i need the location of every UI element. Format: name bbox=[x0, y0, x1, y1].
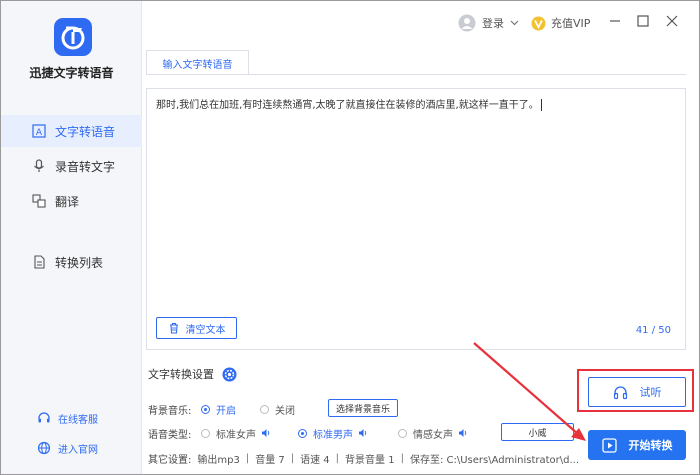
logo-icon bbox=[61, 26, 85, 50]
editor-text: 那时,我们总在加班,有时连续熬通宵,太晚了就直接住在装修的酒店里,就这样一直干了… bbox=[156, 100, 539, 111]
sidebar-item-translate[interactable]: 翻译 bbox=[1, 185, 142, 217]
list-icon bbox=[32, 255, 46, 269]
sidebar-item-conversion-list[interactable]: 转换列表 bbox=[1, 246, 142, 278]
close-icon bbox=[666, 15, 678, 27]
voice-type-label: 语音类型: bbox=[148, 429, 192, 441]
app-logo bbox=[54, 18, 92, 56]
tab-text-input[interactable]: 输入文字转语音 bbox=[146, 50, 249, 75]
sidebar-item-speech-to-text[interactable]: 录音转文字 bbox=[1, 150, 142, 182]
clear-text-button[interactable]: 清空文本 bbox=[156, 317, 237, 339]
maximize-icon bbox=[637, 15, 649, 27]
clear-text-label: 清空文本 bbox=[185, 324, 226, 336]
voice-type-row: 语音类型: 标准女声 标准男声 情感女声 bbox=[148, 425, 508, 441]
trash-icon bbox=[168, 322, 180, 334]
other-settings-label: 其它设置: bbox=[148, 454, 192, 466]
sidebar-item-label: 文字转语音 bbox=[55, 124, 116, 139]
gear-icon[interactable] bbox=[222, 367, 237, 382]
voice-option-label: 标准女声 bbox=[216, 429, 256, 441]
choose-music-button[interactable]: 选择背景音乐 bbox=[328, 399, 398, 417]
vip-label: 充值VIP bbox=[551, 17, 591, 30]
minimize-icon bbox=[610, 20, 620, 22]
text-cursor bbox=[540, 99, 542, 111]
separator: | bbox=[335, 452, 340, 464]
official-site-label: 进入官网 bbox=[58, 444, 98, 456]
separator: | bbox=[290, 452, 295, 464]
output-format[interactable]: 输出mp3 bbox=[197, 451, 239, 466]
settings-title-text: 文字转换设置 bbox=[148, 368, 214, 381]
voice-option-label: 情感女声 bbox=[413, 429, 453, 441]
background-volume-setting[interactable]: 背景音量 1 bbox=[345, 451, 395, 466]
speed-setting[interactable]: 语速 4 bbox=[300, 451, 330, 466]
headset-icon bbox=[37, 411, 51, 425]
play-icon bbox=[601, 437, 617, 453]
char-counter: 41 / 50 bbox=[635, 325, 671, 336]
user-avatar-icon bbox=[458, 14, 476, 32]
sidebar-item-label: 翻译 bbox=[55, 194, 80, 209]
maximize-button[interactable] bbox=[637, 15, 649, 27]
start-convert-button[interactable]: 开始转换 bbox=[588, 430, 686, 460]
settings-title: 文字转换设置 bbox=[148, 366, 237, 382]
app-name: 迅捷文字转语音 bbox=[29, 66, 114, 80]
radio-dot bbox=[398, 428, 407, 438]
svg-text:A: A bbox=[36, 128, 43, 138]
globe-icon bbox=[37, 441, 51, 455]
voice-option-standard-female[interactable]: 标准女声 bbox=[201, 426, 271, 441]
radio-dot bbox=[201, 404, 210, 414]
music-off-label: 关闭 bbox=[275, 405, 295, 417]
speaker-icon[interactable] bbox=[458, 428, 468, 438]
voice-option-emotional-female[interactable]: 情感女声 bbox=[398, 426, 468, 441]
radio-dot bbox=[298, 428, 307, 438]
music-off-radio[interactable]: 关闭 bbox=[260, 402, 295, 417]
separator: | bbox=[245, 452, 250, 464]
background-music-label: 背景音乐: bbox=[148, 405, 192, 417]
music-on-label: 开启 bbox=[216, 405, 236, 417]
start-convert-label: 开始转换 bbox=[628, 439, 673, 452]
text-editor[interactable]: 那时,我们总在加班,有时连续熬通宵,太晚了就直接住在装修的酒店里,就这样一直干了… bbox=[146, 88, 686, 350]
speaker-icon[interactable] bbox=[358, 428, 368, 438]
login-label: 登录 bbox=[482, 17, 504, 30]
voice-option-label: 标准男声 bbox=[313, 429, 353, 441]
editor-content[interactable]: 那时,我们总在加班,有时连续熬通宵,太晚了就直接住在装修的酒店里,就这样一直干了… bbox=[156, 99, 676, 113]
official-site-link[interactable]: 进入官网 bbox=[37, 440, 98, 456]
sidebar: 迅捷文字转语音 A 文字转语音 录音转文字 翻译 转换列表 在线客服 进入官网 bbox=[1, 1, 142, 474]
voice-xiaowei-button[interactable]: 小威 bbox=[501, 423, 574, 441]
listen-button[interactable]: 试听 bbox=[588, 377, 686, 407]
headphones-icon bbox=[613, 385, 628, 400]
title-bar: 登录 充值VIP bbox=[142, 1, 699, 43]
close-button[interactable] bbox=[666, 15, 678, 27]
speaker-icon[interactable] bbox=[261, 428, 271, 438]
volume-setting[interactable]: 音量 7 bbox=[255, 451, 285, 466]
tab-divider bbox=[146, 74, 686, 75]
vip-badge-icon bbox=[531, 16, 546, 31]
other-settings-row: 其它设置: 输出mp3 | 音量 7 | 语速 4 | 背景音量 1 | 保存至… bbox=[148, 450, 580, 466]
sidebar-item-text-to-speech[interactable]: A 文字转语音 bbox=[1, 115, 142, 147]
sidebar-item-label: 录音转文字 bbox=[55, 159, 116, 174]
translate-icon bbox=[32, 194, 46, 208]
sidebar-item-label: 转换列表 bbox=[55, 255, 104, 270]
online-service-label: 在线客服 bbox=[58, 414, 98, 426]
music-on-radio[interactable]: 开启 bbox=[201, 402, 236, 417]
voice-option-standard-male[interactable]: 标准男声 bbox=[298, 426, 368, 441]
text-to-speech-icon: A bbox=[32, 124, 46, 138]
vip-button[interactable]: 充值VIP bbox=[531, 15, 590, 31]
login-button[interactable]: 登录 bbox=[458, 14, 519, 32]
microphone-icon bbox=[32, 159, 46, 173]
online-service-link[interactable]: 在线客服 bbox=[37, 410, 98, 426]
radio-dot bbox=[201, 428, 210, 438]
listen-label: 试听 bbox=[639, 386, 662, 399]
minimize-button[interactable] bbox=[609, 15, 621, 27]
radio-dot bbox=[260, 404, 269, 414]
separator: | bbox=[400, 452, 404, 464]
chevron-down-icon bbox=[510, 20, 519, 26]
save-path[interactable]: 保存至: C:\Users\Administrator\d... bbox=[410, 451, 579, 466]
